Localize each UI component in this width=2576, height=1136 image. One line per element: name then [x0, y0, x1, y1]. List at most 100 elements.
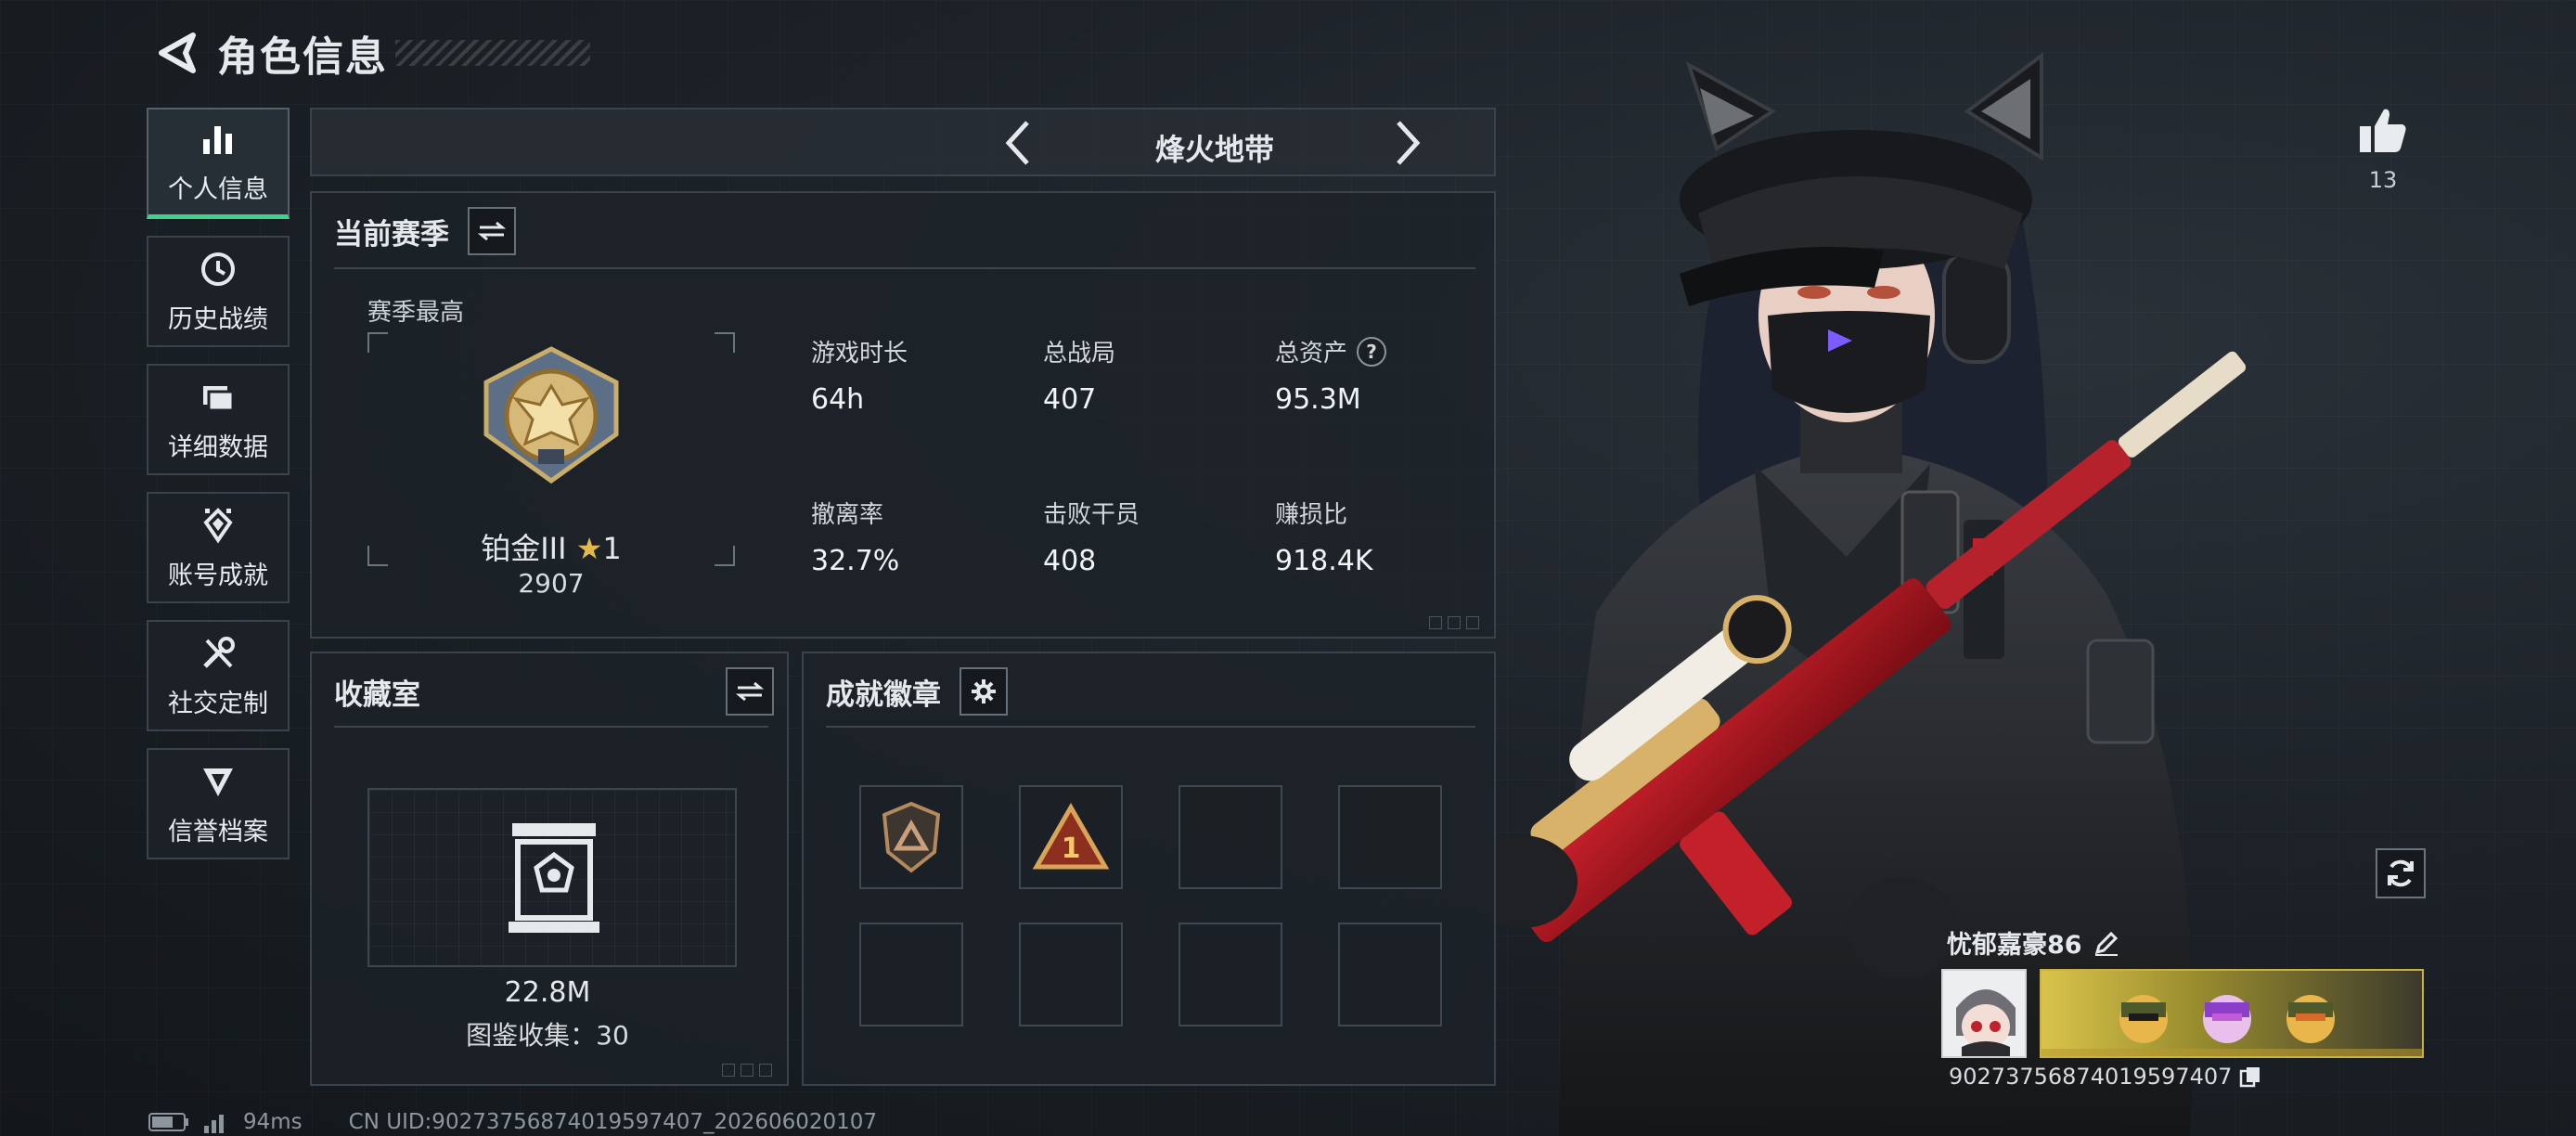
stat-label: 游戏时长	[811, 340, 908, 368]
stat-label: 总资产?	[1275, 334, 1387, 368]
chevron-right-icon	[1397, 121, 1421, 165]
collection-switch-button[interactable]	[726, 667, 774, 716]
stat-value: 407	[1043, 383, 1097, 416]
player-name: 忧郁嘉豪86	[1947, 931, 2082, 960]
sidebar-item-detailed-data[interactable]: 详细数据	[147, 364, 290, 475]
folder-icon	[198, 377, 238, 418]
badge-slot[interactable]	[859, 785, 963, 889]
collection-panel: 收藏室 22.8M 图鉴收集：30	[310, 652, 789, 1086]
stat-total-assets: 总资产? 95.3M	[1275, 334, 1387, 416]
divider	[334, 726, 768, 728]
stat-extract-rate: 撤离率 32.7%	[811, 496, 899, 577]
gear-icon	[972, 679, 996, 704]
refresh-button[interactable]	[2376, 848, 2426, 898]
rank-badge-icon	[483, 346, 619, 484]
triangle-rank-badge-icon: 1	[1032, 803, 1110, 870]
panel-title: 成就徽章	[826, 678, 941, 712]
divider	[826, 726, 1475, 728]
collection-preview[interactable]	[367, 788, 737, 967]
sidebar-item-achievements[interactable]: 账号成就	[147, 492, 290, 603]
stat-label: 总战局	[1043, 340, 1116, 368]
badge-slot-empty[interactable]	[1179, 785, 1282, 889]
badge-slot-empty[interactable]	[1019, 923, 1123, 1026]
like-button[interactable]	[2353, 100, 2413, 160]
stat-play-time: 游戏时长 64h	[811, 334, 908, 416]
refresh-icon	[2388, 859, 2414, 887]
sidebar-item-label: 详细数据	[168, 432, 268, 462]
panel-title: 当前赛季	[334, 217, 449, 252]
stat-value: 64h	[811, 383, 865, 416]
page-title: 角色信息	[217, 33, 388, 81]
badge-slot-empty[interactable]	[1338, 923, 1442, 1026]
sidebar-item-personal-info[interactable]: 个人信息	[147, 108, 290, 219]
tools-icon	[198, 633, 238, 674]
badge-slot-empty[interactable]	[1338, 785, 1442, 889]
swap-icon	[478, 221, 506, 241]
sidebar-item-history[interactable]: 历史战绩	[147, 236, 290, 347]
sidebar: 个人信息 历史战绩 详细数据 账号成就 社交定制 信誉档案	[147, 108, 290, 876]
badge-slot-empty[interactable]	[859, 923, 963, 1026]
mode-next-button[interactable]	[1381, 117, 1436, 169]
credit-shield-icon	[198, 761, 238, 802]
season-switch-button[interactable]	[468, 207, 516, 255]
bronze-shield-badge-icon	[882, 801, 941, 873]
rank-points: 2907	[518, 568, 585, 599]
stat-profit-ratio: 赚损比 918.4K	[1275, 496, 1373, 577]
chevron-left-icon	[1005, 121, 1029, 165]
title-decoration	[395, 40, 590, 66]
stat-total-matches: 总战局 407	[1043, 334, 1115, 416]
help-icon[interactable]: ?	[1357, 336, 1387, 367]
badge-slot[interactable]: 1	[1019, 785, 1123, 889]
uid-line: 9027375687401959740​7	[1949, 1064, 2261, 1090]
page-header: 角色信息	[148, 20, 590, 85]
chibi-avatar-image	[1943, 971, 2025, 1056]
status-bar: 94ms CN UID:9027375687401959740​7_202606…	[148, 1108, 890, 1136]
panel-corner-marks	[1429, 616, 1479, 629]
season-best-label: 赛季最高	[367, 299, 465, 327]
mode-selector: 烽火地带	[310, 108, 1496, 176]
sidebar-item-label: 账号成就	[168, 561, 268, 590]
squad-banner-image	[2041, 995, 2422, 1056]
sidebar-item-label: 社交定制	[168, 689, 268, 718]
panel-corner-marks	[722, 1064, 772, 1077]
back-arrow-icon	[159, 32, 196, 73]
copy-icon[interactable]	[2239, 1065, 2261, 1088]
back-button[interactable]	[148, 20, 204, 85]
stat-value: 408	[1043, 545, 1097, 577]
star-icon: ★	[575, 531, 603, 566]
thumbs-up-icon	[2360, 109, 2406, 152]
sidebar-item-label: 历史战绩	[168, 304, 268, 334]
panel-title: 收藏室	[334, 678, 420, 712]
battery-icon	[148, 1113, 188, 1131]
sidebar-item-credit-record[interactable]: 信誉档案	[147, 748, 290, 859]
ping-text: 94ms	[243, 1110, 303, 1134]
stat-label: 击败干员	[1043, 501, 1140, 529]
bar-chart-icon	[198, 119, 238, 160]
like-count: 13	[2368, 167, 2398, 193]
status-uid-text: CN UID:9027375687401959740​7_20260602010…	[348, 1110, 878, 1134]
collection-count: 图鉴收集：30	[466, 1020, 629, 1051]
current-season-panel: 当前赛季 赛季最高 铂金III ★1 2907 游戏时长 64h 总战局 407…	[310, 191, 1496, 639]
mode-prev-button[interactable]	[989, 117, 1045, 169]
mode-title: 烽火地带	[1154, 132, 1274, 167]
sidebar-item-label: 信誉档案	[168, 817, 268, 846]
player-name-row: 忧郁嘉豪86	[1947, 924, 2119, 961]
sidebar-item-social-custom[interactable]: 社交定制	[147, 620, 290, 731]
stat-value: 95.3M	[1275, 383, 1361, 416]
player-banner[interactable]	[2040, 969, 2424, 1058]
rank-stars: 1	[602, 531, 622, 566]
badge-slot-empty[interactable]	[1179, 923, 1282, 1026]
stat-label: 赚损比	[1275, 501, 1348, 529]
signal-icon	[204, 1115, 224, 1133]
achievement-badges-panel: 成就徽章 1	[802, 652, 1496, 1086]
stat-operators-defeated: 击败干员 408	[1043, 496, 1140, 577]
badge-number: 1	[1062, 833, 1081, 865]
divider	[334, 267, 1475, 269]
rank-tier: 铂金III	[481, 531, 567, 566]
swap-icon	[736, 681, 764, 702]
avatar[interactable]	[1941, 969, 2027, 1058]
badges-settings-button[interactable]	[960, 667, 1008, 716]
stat-value: 918.4K	[1275, 545, 1373, 577]
history-clock-icon	[198, 249, 238, 290]
edit-name-icon[interactable]	[2093, 930, 2119, 956]
